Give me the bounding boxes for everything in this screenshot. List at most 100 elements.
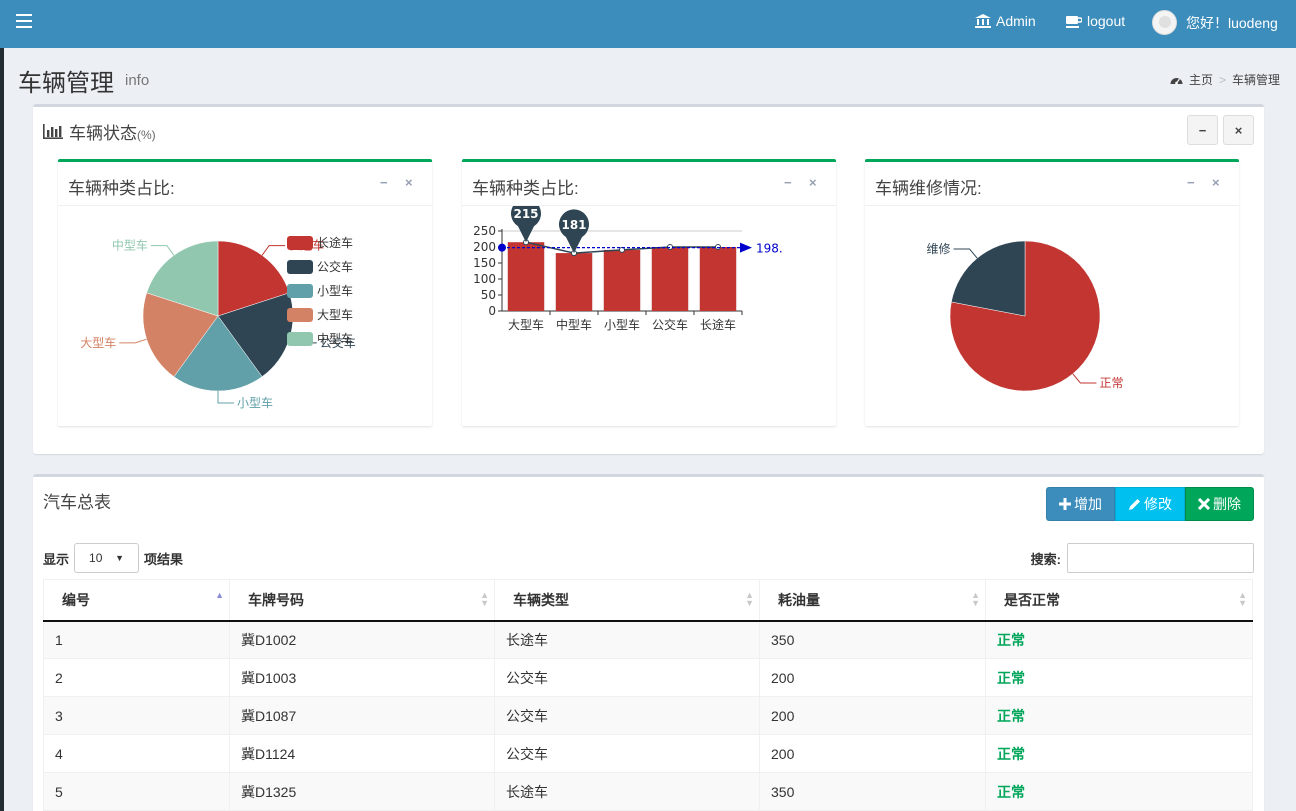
close-button[interactable]: × — [1223, 115, 1254, 145]
min-marker: 181 — [559, 209, 589, 254]
sort-icon: ▲ ▼ — [745, 590, 754, 608]
cell-type: 公交车 — [494, 734, 760, 773]
breadcrumb-separator: > — [1218, 72, 1226, 87]
caret-down-icon: ▼ — [115, 553, 125, 563]
user-menu[interactable]: 您好！luodeng — [1152, 10, 1278, 35]
column-header-status[interactable]: 是否正常 ▲ ▼ — [985, 579, 1253, 622]
cell-status: 正常 — [985, 620, 1253, 659]
minus-icon[interactable]: − — [1187, 175, 1195, 190]
greeting: 您好！luodeng — [1186, 14, 1278, 31]
pie-label: 大型车 — [80, 335, 116, 350]
column-header-id[interactable]: 编号 ▲ — [43, 579, 230, 622]
line-point — [715, 244, 721, 250]
close-icon[interactable]: × — [1212, 175, 1220, 190]
menu-toggle-icon[interactable] — [16, 14, 32, 28]
search-input[interactable] — [1067, 543, 1254, 573]
breadcrumb-current: 车辆管理 — [1231, 73, 1280, 87]
bank-icon — [975, 14, 991, 28]
pie-label-line — [150, 245, 175, 256]
page-length-control: 显示 10 ▼ 项结果 — [43, 543, 183, 573]
x-tick-label: 中型车 — [556, 317, 592, 332]
remove-icon — [1198, 498, 1210, 510]
edit-label: 修改 — [1144, 496, 1172, 512]
edit-button[interactable]: 修改 — [1115, 487, 1185, 521]
table-row[interactable]: 1 冀D1002 长途车 350 正常 — [43, 620, 1253, 659]
table-row[interactable]: 4 冀D1124 公交车 200 正常 — [43, 734, 1253, 773]
pencil-icon — [1129, 498, 1140, 510]
page-length-value: 10 — [89, 551, 103, 565]
search-control: 搜索: — [1031, 543, 1254, 573]
legend-label: 公交车 — [317, 259, 353, 274]
cell-fuel: 200 — [759, 658, 986, 697]
legend-label: 大型车 — [317, 307, 353, 322]
delete-button[interactable]: 删除 — [1185, 487, 1254, 521]
cell-status: 正常 — [985, 696, 1253, 735]
column-header-type[interactable]: 车辆类型 ▲ ▼ — [494, 579, 760, 622]
legend-swatch — [287, 308, 313, 322]
cell-plate: 冀D1002 — [229, 620, 495, 659]
page-length-select[interactable]: 10 ▼ — [74, 543, 140, 573]
table-row[interactable]: 5 冀D1325 长途车 350 正常 — [43, 772, 1253, 811]
legend-label: 小型车 — [317, 283, 353, 298]
y-tick-label: 250 — [473, 224, 496, 238]
sort-icon: ▲ — [215, 590, 224, 600]
minus-icon[interactable]: − — [380, 175, 388, 190]
legend-label: 中型车 — [317, 331, 353, 346]
panel-title: 车辆种类占比: — [472, 179, 579, 198]
legend-label: 长途车 — [317, 235, 353, 250]
y-tick-label: 0 — [488, 304, 496, 318]
table-row[interactable]: 2 冀D1003 公交车 200 正常 — [43, 658, 1253, 697]
table-row[interactable]: 3 冀D1087 公交车 200 正常 — [43, 696, 1253, 735]
bar — [699, 247, 737, 311]
cell-fuel: 200 — [759, 696, 986, 735]
collapse-button[interactable]: − — [1187, 115, 1218, 145]
panel-title: 车辆维修情况: — [875, 179, 982, 198]
legend-swatch — [287, 284, 313, 298]
cell-type: 公交车 — [494, 658, 760, 697]
average-start-dot — [498, 243, 506, 252]
close-icon[interactable]: × — [405, 175, 413, 190]
column-header-plate[interactable]: 车牌号码 ▲ ▼ — [229, 579, 495, 622]
y-tick-label: 150 — [473, 256, 496, 270]
admin-label: Admin — [996, 13, 1036, 29]
logout-link[interactable]: logout — [1066, 13, 1125, 29]
pie-label: 正常 — [1099, 376, 1123, 390]
add-button[interactable]: 增加 — [1046, 487, 1115, 521]
cell-type: 公交车 — [494, 696, 760, 735]
legend-swatch — [287, 332, 313, 346]
repair-status-pie-panel: 车辆维修情况: − × 正常 维修 — [865, 159, 1239, 426]
column-header-fuel[interactable]: 耗油量 ▲ ▼ — [759, 579, 986, 622]
legend-swatch — [287, 260, 313, 274]
admin-link[interactable]: Admin — [975, 13, 1036, 29]
page-title: 车辆管理 — [18, 70, 114, 97]
dashboard-icon — [1170, 78, 1183, 85]
top-navbar: Admin logout 您好！luodeng — [0, 0, 1296, 48]
average-label: 198. — [756, 242, 783, 256]
logout-label: logout — [1087, 13, 1126, 29]
average-arrow — [740, 242, 752, 253]
close-icon: × — [1234, 122, 1243, 138]
y-tick-label: 50 — [481, 288, 496, 302]
status-box-unit: (%) — [137, 128, 156, 142]
x-tick-label: 大型车 — [508, 317, 544, 332]
pie-label-line — [953, 248, 978, 259]
pie-label-line — [217, 391, 234, 404]
close-icon[interactable]: × — [809, 175, 817, 190]
y-tick-label: 100 — [473, 272, 496, 286]
sort-icon: ▲ ▼ — [1238, 590, 1247, 608]
delete-label: 删除 — [1213, 496, 1241, 512]
page-subtitle: info — [125, 72, 150, 89]
pie-label: 维修 — [927, 241, 951, 256]
legend-swatch — [287, 236, 313, 250]
breadcrumb: 主页 > 车辆管理 — [1170, 71, 1280, 88]
breadcrumb-home[interactable]: 主页 — [1189, 71, 1213, 88]
cell-type: 长途车 — [494, 772, 760, 811]
cell-status: 正常 — [985, 772, 1253, 811]
cell-status: 正常 — [985, 734, 1253, 773]
sidebar-edge — [0, 0, 4, 811]
cell-fuel: 350 — [759, 772, 986, 811]
vehicle-type-bar-panel: 车辆种类占比: − × 0 50 100 150 200 250 大型车 中型车 小型车 公交车长… — [462, 159, 836, 426]
pie-label-line — [1072, 373, 1097, 384]
minus-icon[interactable]: − — [784, 175, 792, 190]
coffee-icon — [1066, 15, 1082, 28]
